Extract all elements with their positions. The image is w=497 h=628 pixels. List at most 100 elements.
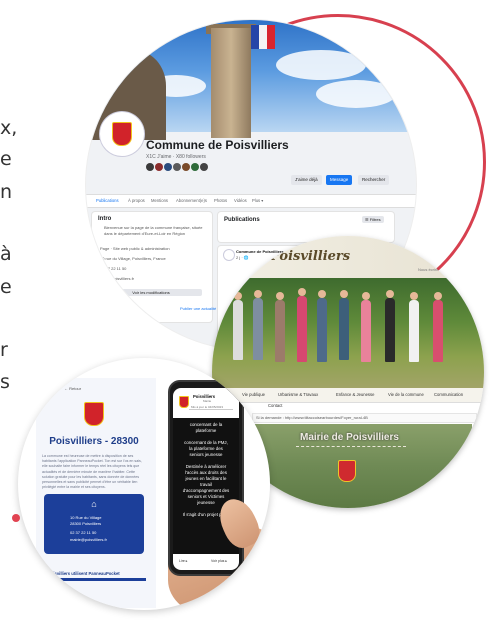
coat-of-arms-icon xyxy=(179,396,189,408)
person xyxy=(298,288,306,296)
app-footer-bar xyxy=(46,578,146,581)
nav-vie-commune[interactable]: Vie de la commune xyxy=(388,392,424,397)
avatar xyxy=(146,163,154,171)
nav-vie-publique[interactable]: Vie publique xyxy=(242,392,265,397)
edit-details-button[interactable]: Voir les modifications xyxy=(100,289,202,296)
filter-button[interactable]: ☰ Filtres xyxy=(362,216,384,223)
group-photo xyxy=(212,278,484,388)
avatar xyxy=(155,163,163,171)
search-button[interactable]: Rechercher xyxy=(358,175,390,185)
phone-number[interactable]: 02 37 22 11 50 xyxy=(70,530,96,535)
person xyxy=(317,298,327,362)
person xyxy=(362,292,370,300)
intro-row-category: Page · Site web public & administration xyxy=(100,246,170,251)
left-text-3: n xyxy=(0,181,13,203)
like-button[interactable]: J'aime déjà xyxy=(291,175,322,185)
person xyxy=(253,298,263,360)
town-hall-icon: ⌂ xyxy=(91,499,97,509)
flag-white xyxy=(259,25,267,49)
person xyxy=(318,290,326,298)
flag-blue xyxy=(251,25,259,49)
tab-followers[interactable]: Abonnement(e)s xyxy=(176,198,207,203)
left-text-7: s xyxy=(0,371,10,393)
left-text-4: à xyxy=(0,243,12,265)
coat-of-arms-icon xyxy=(84,402,104,426)
phone-screen: Poisvilliers Mairie Mis à jour le 04/05/… xyxy=(173,388,239,570)
cover-photo xyxy=(86,20,416,140)
person xyxy=(433,300,443,362)
coat-of-arms-icon xyxy=(338,460,356,482)
flag-red xyxy=(267,25,275,49)
left-text-5: e xyxy=(0,276,12,298)
person xyxy=(233,300,243,360)
email-address[interactable]: mairie@poisvilliers.fr xyxy=(70,537,107,542)
person xyxy=(339,298,349,360)
address-line-2: 28300 Poisvilliers xyxy=(70,521,102,526)
intro-text: Bienvenue sur la page de la commune fran… xyxy=(104,225,203,236)
nav-enfance[interactable]: Enfance & Jeunesse xyxy=(336,392,374,397)
person xyxy=(276,292,284,300)
hero-title: Mairie de Poisvilliers xyxy=(300,432,399,443)
app-description: La commune est heureuse de mettre à disp… xyxy=(42,454,142,490)
person xyxy=(409,300,419,362)
app-footer-text: Poisvilliers utilisent PanneauPocket xyxy=(48,571,120,576)
monument xyxy=(211,28,251,138)
person xyxy=(385,298,395,362)
coat-of-arms-icon xyxy=(112,122,132,146)
nav-urbanisme[interactable]: Urbanisme & Travaux xyxy=(278,392,318,397)
contact-link[interactable]: Nous écrire xyxy=(418,267,438,272)
left-text-6: r xyxy=(0,339,8,361)
follower-avatars xyxy=(146,163,209,171)
person xyxy=(297,296,307,362)
tab-more[interactable]: Plus ▾ xyxy=(252,198,263,203)
nav-contact[interactable]: Contact xyxy=(268,403,282,408)
tab-photos[interactable]: Photos xyxy=(214,198,227,203)
tab-videos[interactable]: Vidéos xyxy=(234,198,247,203)
avatar xyxy=(191,163,199,171)
avatar xyxy=(200,163,208,171)
intro-row-address: 10 rue du Village, Poisvilliers, France xyxy=(100,256,166,261)
screen-footer: Lire ▸ Voir plus ▸ xyxy=(173,554,239,570)
tab-publications[interactable]: Publications xyxy=(96,198,119,203)
cloud xyxy=(316,80,396,108)
message-button[interactable]: Message xyxy=(326,175,353,185)
publish-link[interactable]: Publier une actualité xyxy=(180,306,216,312)
tab-about[interactable]: À propos xyxy=(128,198,145,203)
person xyxy=(275,300,285,362)
avatar xyxy=(173,163,181,171)
person xyxy=(434,292,442,300)
person xyxy=(410,292,418,300)
intro-row-website[interactable]: mairie.poisvilliers.fr xyxy=(100,276,134,282)
page-title: Commune de Poisvilliers xyxy=(146,138,289,152)
address-line-1: 10 Rue du Village xyxy=(70,515,102,520)
notice-banner: Si la demande : http://www.tiltaccoisear… xyxy=(252,413,477,423)
intro-heading: Intro xyxy=(98,216,112,222)
intro-row-phone: 02 37 22 11 50 xyxy=(100,266,127,271)
page-tabs: Publications À propos Mentions Abonnemen… xyxy=(86,194,416,208)
avatar xyxy=(164,163,172,171)
page-subtitle: X1C J'aime · X80 followers xyxy=(146,154,206,160)
site-title[interactable]: Poisvilliers xyxy=(270,249,350,264)
person xyxy=(234,292,242,300)
app-title: Poisvilliers - 28300 xyxy=(49,436,139,447)
person xyxy=(254,290,262,298)
person xyxy=(361,300,371,362)
person xyxy=(386,290,394,298)
nav-communication[interactable]: Communication xyxy=(434,392,463,397)
site-nav: Vie publique Urbanisme & Travaux Enfance… xyxy=(212,388,484,403)
tab-mentions[interactable]: Mentions xyxy=(151,198,168,203)
see-more-button[interactable]: Voir plus ▸ xyxy=(211,559,227,563)
decorative-dot xyxy=(12,514,20,522)
phone-notch xyxy=(194,384,218,388)
app-circle: ← Retour Poisvilliers - 28300 La commune… xyxy=(18,358,270,610)
left-text-2: e xyxy=(0,148,12,170)
avatar xyxy=(182,163,190,171)
screen-divider xyxy=(189,409,233,410)
profile-picture[interactable] xyxy=(100,112,144,156)
left-text-1: x, xyxy=(0,117,18,139)
person xyxy=(340,290,348,298)
hero-divider xyxy=(296,446,406,447)
back-link[interactable]: ← Retour xyxy=(64,386,81,391)
cloud xyxy=(276,50,366,80)
read-button[interactable]: Lire ▸ xyxy=(179,559,188,563)
